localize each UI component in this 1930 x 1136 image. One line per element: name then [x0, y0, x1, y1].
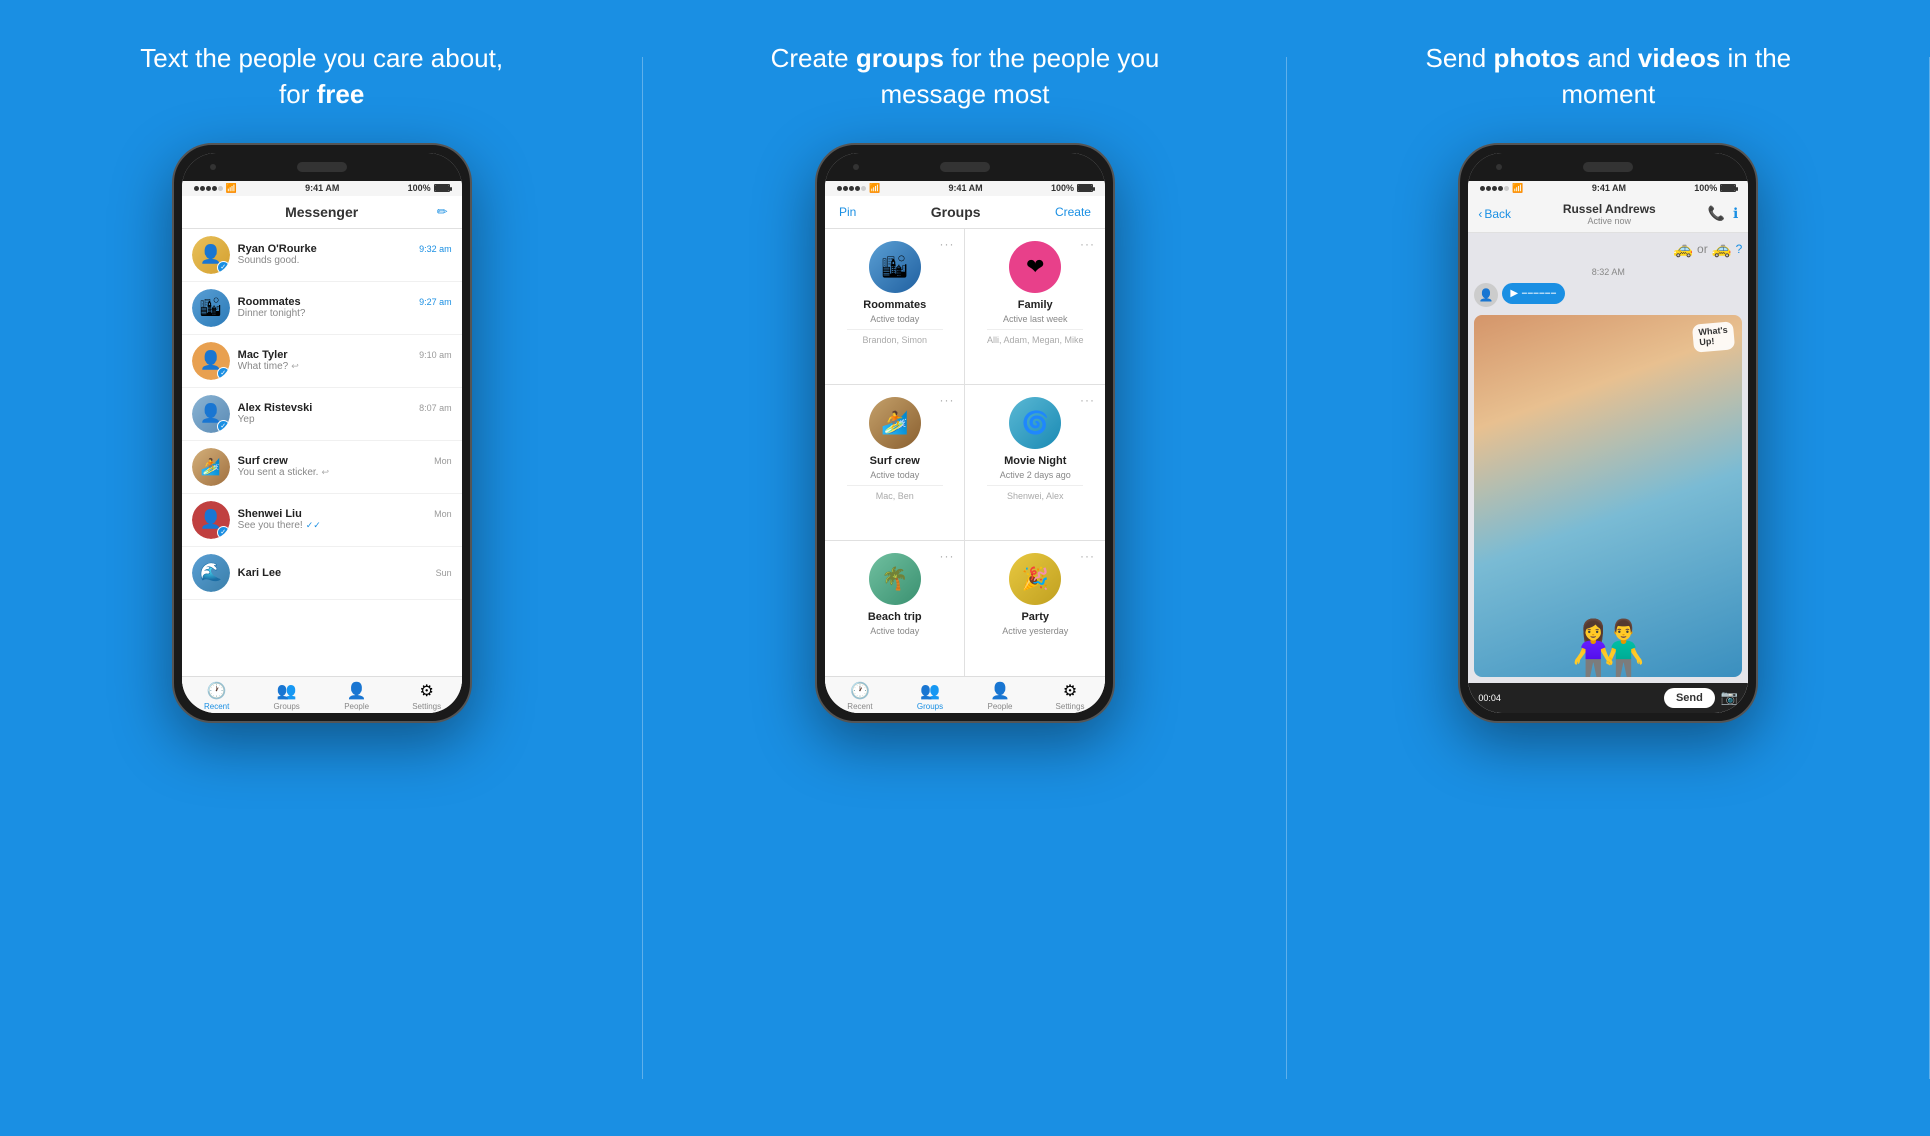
- voice-message: ▶ ━━━━━━: [1502, 283, 1565, 304]
- messenger-header: Messenger ✏: [182, 196, 462, 229]
- more-icon-beach[interactable]: ···: [939, 549, 954, 563]
- groups-icon-2: 👥: [920, 681, 940, 701]
- groups-icon: 👥: [277, 681, 297, 701]
- group-cell-surf[interactable]: ··· 🏄 Surf crew Active today Mac, Ben: [825, 385, 965, 540]
- chat-messages: 🚕 or 🚕 ? 8:32 AM 👤 ▶ ━━━━━━: [1468, 233, 1748, 683]
- tab-settings[interactable]: ⚙ Settings: [392, 681, 462, 711]
- camera-dot: [210, 164, 216, 170]
- chat-header: ‹ Back Russel Andrews Active now 📞 ℹ: [1468, 196, 1748, 233]
- tab-settings-2[interactable]: ⚙ Settings: [1035, 681, 1105, 711]
- tab-groups[interactable]: 👥 Groups: [252, 681, 322, 711]
- more-icon-family[interactable]: ···: [1080, 237, 1095, 251]
- camera-icon[interactable]: 📷: [1721, 689, 1738, 706]
- pin-button[interactable]: Pin: [839, 205, 856, 219]
- panel-1: Text the people you care about, for free…: [0, 0, 643, 1136]
- group-cell-beach[interactable]: ··· 🌴 Beach trip Active today: [825, 541, 965, 675]
- clock-icon: 🕐: [207, 681, 227, 701]
- message-time: 8:32 AM: [1474, 267, 1742, 277]
- avatar-kari: 🌊: [192, 554, 230, 592]
- headline-3: Send photos and videos in the moment: [1408, 40, 1808, 113]
- phone-top-bar-3: [1468, 153, 1748, 181]
- group-avatar-roommates: 🏙: [869, 241, 921, 293]
- divider-surf: [847, 485, 943, 486]
- settings-icon: ⚙: [419, 681, 433, 701]
- group-cell-other[interactable]: ··· 🎉 Party Active yesterday: [965, 541, 1105, 675]
- phone-call-icon[interactable]: 📞: [1708, 205, 1725, 222]
- more-icon[interactable]: ···: [939, 237, 954, 251]
- contact-info: Russel Andrews Active now: [1517, 202, 1702, 226]
- headline-2: Create groups for the people you message…: [765, 40, 1165, 113]
- phone-2: 📶 9:41 AM 100% Pin Groups Create ···: [815, 143, 1115, 723]
- group-cell-roommates[interactable]: ··· 🏙 Roommates Active today Brandon, Si…: [825, 229, 965, 384]
- tab-bar-1: 🕐 Recent 👥 Groups 👤 People ⚙ Settings: [182, 676, 462, 713]
- status-bar-2: 📶 9:41 AM 100%: [825, 181, 1105, 196]
- panel-2: Create groups for the people you message…: [643, 0, 1286, 1136]
- people-icon-2: 👤: [990, 681, 1010, 701]
- header-icons: 📞 ℹ: [1708, 205, 1739, 222]
- info-icon[interactable]: ℹ: [1733, 205, 1738, 222]
- panel-3: Send photos and videos in the moment 📶: [1287, 0, 1930, 1136]
- more-icon-movie[interactable]: ···: [1080, 393, 1095, 407]
- camera-dot-2: [853, 164, 859, 170]
- groups-title: Groups: [931, 204, 981, 220]
- phone-top-bar-2: [825, 153, 1105, 181]
- avatar-mac: 👤 ✓: [192, 342, 230, 380]
- chat-item-ryan[interactable]: 👤 ✓ Ryan O'Rourke 9:32 am Sounds good.: [182, 229, 462, 282]
- phone-3: 📶 9:41 AM 100% ‹ Back Russel Andrews Ac: [1458, 143, 1758, 723]
- avatar-surf: 🏄: [192, 448, 230, 486]
- groups-grid: ··· 🏙 Roommates Active today Brandon, Si…: [825, 229, 1105, 676]
- group-avatar-movie: 🌀: [1009, 397, 1061, 449]
- back-button[interactable]: ‹ Back: [1478, 207, 1511, 221]
- phone-top-bar-1: [182, 153, 462, 181]
- avatar-ryan: 👤 ✓: [192, 236, 230, 274]
- compose-button[interactable]: ✏: [437, 204, 448, 220]
- tab-people-2[interactable]: 👤 People: [965, 681, 1035, 711]
- tab-people[interactable]: 👤 People: [322, 681, 392, 711]
- chat-item-kari[interactable]: 🌊 Kari Lee Sun: [182, 547, 462, 600]
- create-button[interactable]: Create: [1055, 205, 1091, 219]
- tab-bar-2: 🕐 Recent 👥 Groups 👤 People ⚙ Settings: [825, 676, 1105, 713]
- chat-item-alex[interactable]: 👤 ✓ Alex Ristevski 8:07 am Yep: [182, 388, 462, 441]
- group-avatar-other: 🎉: [1009, 553, 1061, 605]
- group-avatar-surf: 🏄: [869, 397, 921, 449]
- tab-groups-2[interactable]: 👥 Groups: [895, 681, 965, 711]
- more-icon-other[interactable]: ···: [1080, 549, 1095, 563]
- video-timer: 00:04: [1478, 693, 1501, 703]
- send-button[interactable]: Send: [1664, 688, 1715, 708]
- phone-1: 📶 9:41 AM 100% Messenger ✏ 👤: [172, 143, 472, 723]
- group-cell-movie[interactable]: ··· 🌀 Movie Night Active 2 days ago Shen…: [965, 385, 1105, 540]
- chat-item-shen[interactable]: 👤 ✓ Shenwei Liu Mon See you there! ✓✓: [182, 494, 462, 547]
- more-icon-surf[interactable]: ···: [939, 393, 954, 407]
- divider-family: [987, 329, 1083, 330]
- settings-icon-2: ⚙: [1063, 681, 1077, 701]
- people-icon: 👤: [347, 681, 367, 701]
- video-controls: 00:04 Send 📷: [1468, 683, 1748, 713]
- avatar-alex: 👤 ✓: [192, 395, 230, 433]
- phone-notch-3: [1583, 162, 1633, 172]
- messenger-title: Messenger: [285, 204, 358, 220]
- tab-recent[interactable]: 🕐 Recent: [182, 681, 252, 711]
- group-cell-family[interactable]: ··· ❤ Family Active last week Alli, Adam…: [965, 229, 1105, 384]
- headline-1: Text the people you care about, for free: [122, 40, 522, 113]
- chat-item-mac[interactable]: 👤 ✓ Mac Tyler 9:10 am What time? ↩: [182, 335, 462, 388]
- group-avatar-family: ❤: [1009, 241, 1061, 293]
- group-avatar-beach: 🌴: [869, 553, 921, 605]
- tab-recent-2[interactable]: 🕐 Recent: [825, 681, 895, 711]
- phone-notch-2: [940, 162, 990, 172]
- avatar-roommates: 🏙: [192, 289, 230, 327]
- avatar-shen: 👤 ✓: [192, 501, 230, 539]
- phone-notch: [297, 162, 347, 172]
- status-bar-3: 📶 9:41 AM 100%: [1468, 181, 1748, 196]
- clock-icon-2: 🕐: [850, 681, 870, 701]
- status-bar-1: 📶 9:41 AM 100%: [182, 181, 462, 196]
- camera-dot-3: [1496, 164, 1502, 170]
- chat-item-surf[interactable]: 🏄 Surf crew Mon You sent a sticker. ↩: [182, 441, 462, 494]
- groups-header: Pin Groups Create: [825, 196, 1105, 229]
- chat-item-roommates[interactable]: 🏙 Roommates 9:27 am Dinner tonight?: [182, 282, 462, 335]
- divider: [847, 329, 943, 330]
- chat-list: 👤 ✓ Ryan O'Rourke 9:32 am Sounds good.: [182, 229, 462, 676]
- divider-movie: [987, 485, 1083, 486]
